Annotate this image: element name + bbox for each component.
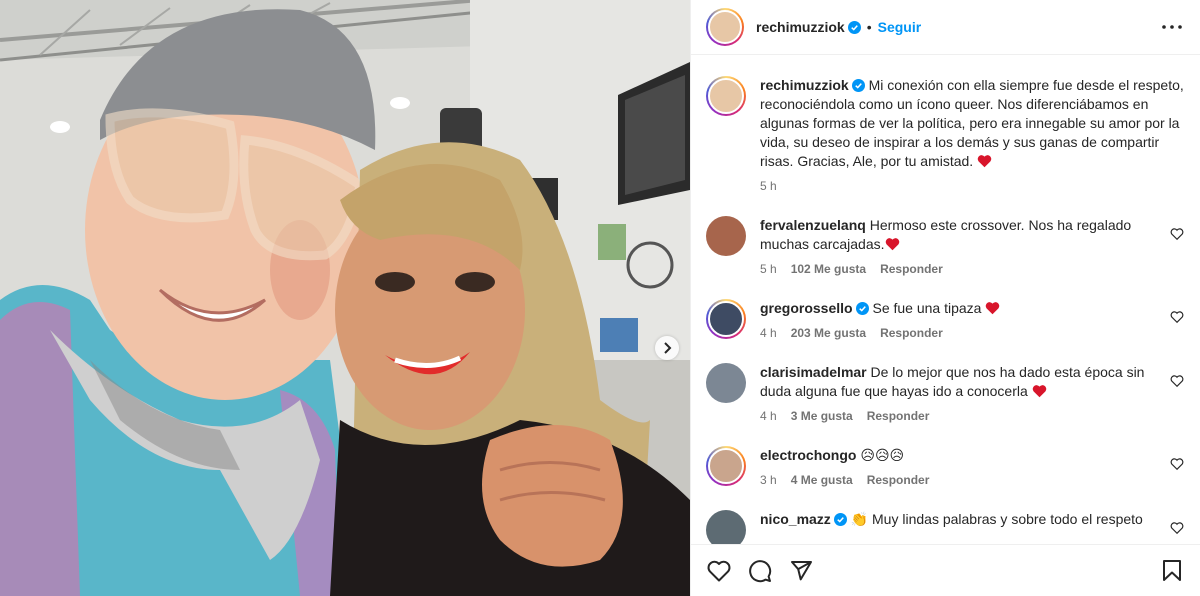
comment-likes[interactable]: 102 Me gusta (791, 260, 866, 279)
like-comment-heart-icon[interactable] (1170, 374, 1184, 388)
comment-icon (749, 559, 772, 582)
verified-badge-icon (855, 302, 869, 315)
commenter-avatar[interactable] (706, 363, 746, 403)
commenter-avatar[interactable] (706, 510, 746, 544)
author-avatar[interactable] (706, 8, 744, 46)
author-username[interactable]: rechimuzziok (756, 19, 845, 35)
caption-username[interactable]: rechimuzziok (760, 77, 849, 93)
comment-item: gregorossello Se fue una tipaza 4 h 203 … (706, 299, 1184, 343)
caption-timestamp: 5 h (760, 179, 777, 193)
comment-username[interactable]: nico_mazz (760, 511, 831, 527)
comment-username[interactable]: clarisimadelmar (760, 364, 867, 380)
comment-text: 😥😥😥 (860, 447, 905, 463)
comment-item: nico_mazz 👏 Muy lindas palabras y sobre … (706, 510, 1184, 544)
chevron-right-icon (664, 342, 672, 354)
comment-likes[interactable]: 4 Me gusta (791, 471, 853, 490)
save-button[interactable] (1160, 559, 1184, 583)
selfie-image (0, 0, 690, 596)
post-actions-bar (691, 544, 1200, 596)
verified-badge-icon (847, 20, 861, 34)
comment-username[interactable]: fervalenzuelanq (760, 217, 866, 233)
comment-text: Se fue una tipaza (872, 300, 982, 316)
comment-item: clarisimadelmar De lo mejor que nos ha d… (706, 363, 1184, 426)
post-header: rechimuzziok • Seguir (691, 0, 1200, 55)
comment-timestamp: 4 h (760, 409, 777, 423)
next-photo-button[interactable] (655, 336, 679, 360)
like-comment-heart-icon[interactable] (1170, 521, 1184, 535)
caption-author-avatar[interactable] (706, 76, 746, 116)
bookmark-icon (1163, 559, 1181, 581)
like-comment-heart-icon[interactable] (1170, 227, 1184, 241)
comment-item: fervalenzuelanq Hermoso este crossover. … (706, 216, 1184, 279)
separator-dot: • (866, 19, 872, 35)
more-options-icon (1162, 25, 1182, 29)
comment-timestamp: 4 h (760, 326, 777, 340)
verified-badge-icon (851, 79, 865, 92)
comment-likes[interactable]: 3 Me gusta (791, 407, 853, 426)
red-heart-emoji-icon (977, 155, 992, 168)
comment-username[interactable]: electrochongo (760, 447, 856, 463)
post-photo[interactable] (0, 0, 690, 596)
reply-button[interactable]: Responder (880, 260, 943, 279)
commenter-avatar[interactable] (706, 299, 746, 339)
share-icon (791, 560, 812, 580)
caption: rechimuzziok Mi conexión con ella siempr… (706, 76, 1184, 196)
red-heart-emoji-icon (885, 238, 899, 251)
like-comment-heart-icon[interactable] (1170, 457, 1184, 471)
commenter-avatar[interactable] (706, 216, 746, 256)
reply-button[interactable]: Responder (867, 407, 930, 426)
follow-button[interactable]: Seguir (878, 19, 922, 35)
like-button[interactable] (707, 559, 731, 583)
red-heart-emoji-icon (986, 302, 1000, 315)
post-sidebar: rechimuzziok • Seguir rechimuzziok Mi co… (690, 0, 1200, 596)
reply-button[interactable]: Responder (867, 471, 930, 490)
heart-icon (707, 560, 731, 581)
more-options-button[interactable] (1160, 15, 1184, 39)
comments-list[interactable]: rechimuzziok Mi conexión con ella siempr… (691, 56, 1200, 544)
red-heart-emoji-icon (1032, 385, 1046, 398)
comment-username[interactable]: gregorossello (760, 300, 853, 316)
comment-text: 👏 Muy lindas palabras y sobre todo el re… (850, 511, 1143, 527)
share-button[interactable] (789, 559, 813, 583)
like-comment-heart-icon[interactable] (1170, 310, 1184, 324)
comment-timestamp: 3 h (760, 473, 777, 487)
comment-item: electrochongo 😥😥😥 3 h 4 Me gusta Respond… (706, 446, 1184, 490)
verified-badge-icon (833, 513, 847, 526)
comment-button[interactable] (748, 559, 772, 583)
reply-button[interactable]: Responder (880, 324, 943, 343)
comment-timestamp: 5 h (760, 262, 777, 276)
commenter-avatar[interactable] (706, 446, 746, 486)
comment-likes[interactable]: 203 Me gusta (791, 324, 866, 343)
